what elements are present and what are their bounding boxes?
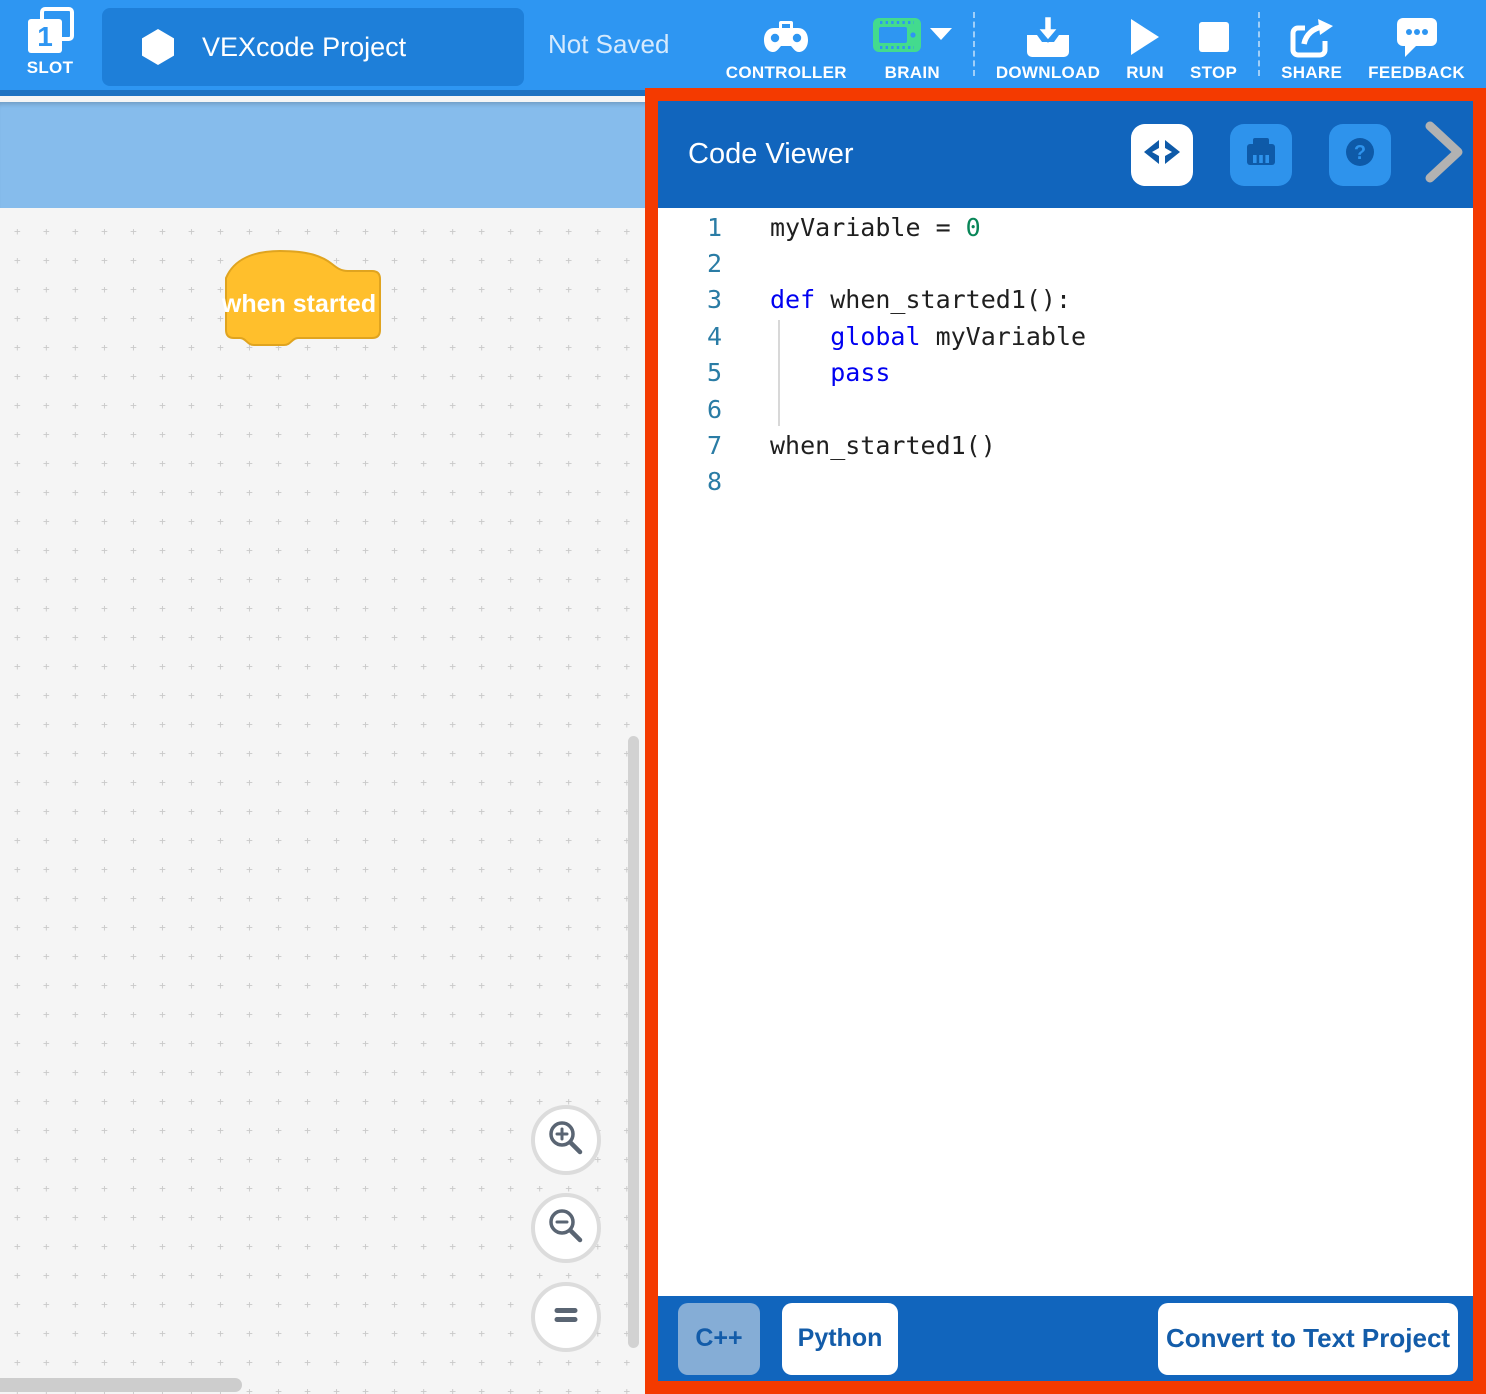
code-viewer-actions: ? <box>1131 124 1469 186</box>
horizontal-scrollbar[interactable] <box>0 1378 242 1392</box>
indent-guide <box>778 320 780 426</box>
svg-text:when started: when started <box>221 290 376 318</box>
top-toolbar: 1 SLOT VEXcode Project Not Saved <box>0 0 1486 96</box>
code-editor[interactable]: 1 myVariable = 0 2 3 def when_started1()… <box>658 208 1473 1296</box>
brain-console-icon <box>1243 134 1279 175</box>
toolbar-actions: CONTROLLER <box>713 0 1486 90</box>
code-viewer-footer: C++ Python Convert to Text Project <box>658 1296 1473 1381</box>
project-title: VEXcode Project <box>202 32 406 63</box>
cpp-tab-button[interactable]: C++ <box>678 1303 760 1375</box>
slot-icon: 1 <box>26 7 74 55</box>
block-workspace[interactable]: ++++++++++++++++++++++++++++++++++++++++… <box>0 208 645 1394</box>
code-viewer-header: Code Viewer <box>658 101 1473 208</box>
zoom-out-icon <box>547 1207 585 1250</box>
line-number: 8 <box>658 467 722 496</box>
zoom-in-button[interactable] <box>531 1105 601 1175</box>
help-icon: ? <box>1341 133 1379 176</box>
code-line: 7 when_started1() <box>658 427 1473 463</box>
code-line: 4 global myVariable <box>658 318 1473 354</box>
zoom-in-icon <box>547 1119 585 1162</box>
line-number: 4 <box>658 322 722 351</box>
svg-text:?: ? <box>1354 142 1366 164</box>
controller-button[interactable]: CONTROLLER <box>713 0 860 90</box>
convert-to-text-project-button[interactable]: Convert to Text Project <box>1158 1303 1458 1375</box>
code-line: 1 myVariable = 0 <box>658 209 1473 245</box>
when-started-block[interactable]: when started <box>220 248 383 348</box>
run-button[interactable]: RUN <box>1113 0 1177 90</box>
help-button[interactable]: ? <box>1329 124 1391 186</box>
controller-icon <box>763 14 809 60</box>
run-icon <box>1130 14 1160 60</box>
line-number: 2 <box>658 249 722 278</box>
feedback-button[interactable]: FEEDBACK <box>1355 0 1478 90</box>
chevron-right-icon <box>1424 121 1466 188</box>
code-line: 5 pass <box>658 355 1473 391</box>
share-button[interactable]: SHARE <box>1268 0 1355 90</box>
share-icon <box>1289 14 1334 60</box>
line-number: 3 <box>658 285 722 314</box>
feedback-icon <box>1395 14 1439 60</box>
vexcode-app: 1 SLOT VEXcode Project Not Saved <box>0 0 1486 1394</box>
slot-button[interactable]: 1 SLOT <box>14 0 86 90</box>
zoom-reset-button[interactable] <box>531 1282 601 1352</box>
vertical-scrollbar[interactable] <box>628 736 639 1348</box>
code-viewer-panel: Code Viewer <box>645 88 1486 1394</box>
stop-button[interactable]: STOP <box>1177 0 1250 90</box>
code-view-toggle-button[interactable] <box>1131 124 1193 186</box>
python-tab-button[interactable]: Python <box>782 1303 898 1375</box>
brain-console-button[interactable] <box>1230 124 1292 186</box>
code-line: 6 <box>658 391 1473 427</box>
toolbar-divider <box>1258 12 1260 76</box>
brain-icon <box>873 18 921 57</box>
zoom-reset-icon <box>547 1296 585 1339</box>
line-number: 6 <box>658 395 722 424</box>
slot-label: SLOT <box>27 58 74 78</box>
code-viewer-title: Code Viewer <box>688 138 854 171</box>
brain-dropdown-caret-icon[interactable] <box>930 28 952 46</box>
download-icon <box>1025 14 1071 60</box>
brain-button[interactable]: BRAIN <box>860 0 965 90</box>
line-number: 5 <box>658 358 722 387</box>
stop-icon <box>1198 14 1230 60</box>
code-line: 2 <box>658 245 1473 281</box>
svg-text:1: 1 <box>37 21 53 52</box>
code-brackets-icon <box>1143 137 1181 172</box>
save-status: Not Saved <box>548 0 669 90</box>
download-button[interactable]: DOWNLOAD <box>983 0 1113 90</box>
code-line: 8 <box>658 464 1473 500</box>
zoom-out-button[interactable] <box>531 1193 601 1263</box>
code-line: 3 def when_started1(): <box>658 282 1473 318</box>
line-number: 1 <box>658 213 722 242</box>
hexagon-icon <box>142 29 174 65</box>
line-number: 7 <box>658 431 722 460</box>
project-title-button[interactable]: VEXcode Project <box>102 8 524 86</box>
toolbar-divider <box>973 12 975 76</box>
collapse-panel-button[interactable] <box>1421 124 1469 186</box>
